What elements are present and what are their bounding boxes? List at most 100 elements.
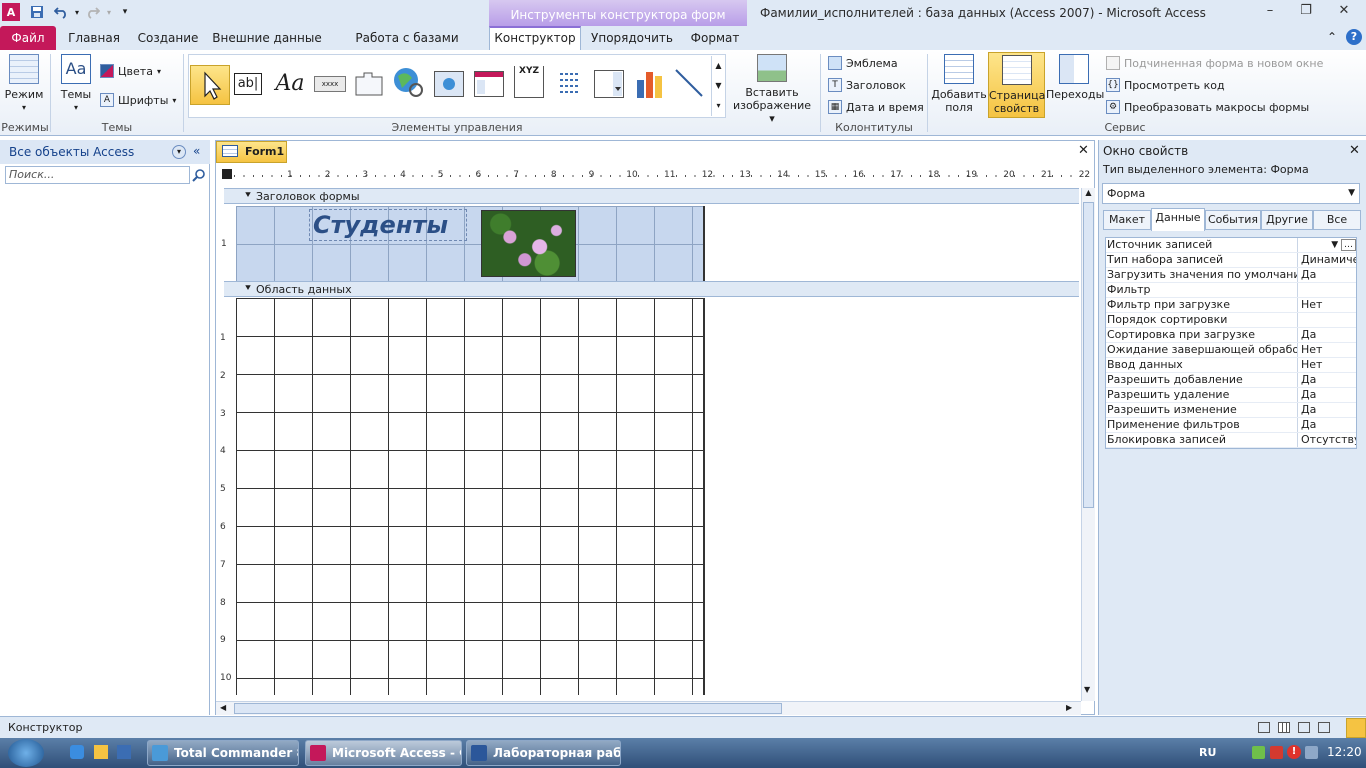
property-row[interactable]: Фильтр bbox=[1106, 283, 1356, 298]
taskbar-item-total-commander[interactable]: Total Commander 8.... bbox=[147, 740, 299, 766]
web-browser-control-icon[interactable] bbox=[434, 71, 464, 97]
view-mode-button[interactable]: Режим ▾ bbox=[3, 54, 45, 114]
clock[interactable]: 12:20 bbox=[1327, 745, 1362, 759]
tab-control-icon[interactable] bbox=[354, 71, 384, 97]
property-row[interactable]: Загрузить значения по умолчанию Да bbox=[1106, 268, 1356, 283]
property-row[interactable]: Разрешить добавление Да bbox=[1106, 373, 1356, 388]
property-row[interactable]: Порядок сортировки bbox=[1106, 313, 1356, 328]
language-indicator[interactable]: RU bbox=[1199, 746, 1216, 759]
property-row[interactable]: Ввод данных Нет bbox=[1106, 358, 1356, 373]
logo-button[interactable]: Эмблема bbox=[828, 54, 898, 72]
object-select[interactable]: Форма ▼ bbox=[1102, 183, 1360, 204]
close-document-icon[interactable]: ✕ bbox=[1078, 143, 1089, 158]
combo-box-icon[interactable] bbox=[594, 70, 624, 98]
property-row[interactable]: Разрешить удаление Да bbox=[1106, 388, 1356, 403]
option-group-icon[interactable]: XYZ bbox=[514, 66, 544, 98]
gallery-scroll[interactable]: ▲ ▼ ▾ bbox=[711, 56, 725, 116]
detail-section-grid[interactable] bbox=[236, 298, 705, 695]
button-control-icon[interactable]: xxxx bbox=[314, 76, 346, 92]
chart-control-icon[interactable] bbox=[634, 66, 666, 100]
fonts-button[interactable]: A Шрифты ▾ bbox=[100, 91, 176, 109]
minimize-button[interactable]: – bbox=[1256, 3, 1284, 21]
section-form-header[interactable]: Заголовок формы bbox=[224, 188, 1079, 204]
tab-arrange[interactable]: Упорядочить bbox=[588, 26, 676, 50]
tab-file[interactable]: Файл bbox=[0, 26, 56, 50]
tab-format[interactable]: Формат bbox=[684, 26, 746, 50]
chevron-down-icon[interactable]: ▼ … bbox=[1331, 238, 1356, 252]
customize-qat-icon[interactable]: ▾ bbox=[116, 3, 134, 21]
start-button[interactable] bbox=[8, 739, 44, 767]
select-tool[interactable] bbox=[190, 65, 230, 105]
vertical-scrollbar[interactable]: ▲ ▼ bbox=[1081, 188, 1095, 701]
view-code-button[interactable]: {} Просмотреть код bbox=[1106, 76, 1225, 94]
close-property-sheet-icon[interactable]: ✕ bbox=[1349, 143, 1360, 158]
maximize-button[interactable]: ❐ bbox=[1292, 3, 1320, 21]
help-icon[interactable]: ? bbox=[1346, 29, 1362, 45]
themes-button[interactable]: Aa Темы ▾ bbox=[56, 54, 96, 114]
add-fields-button[interactable]: Добавить поля bbox=[930, 54, 988, 114]
convert-macros-button[interactable]: ⚙ Преобразовать макросы формы bbox=[1106, 98, 1309, 116]
taskbar-item-word[interactable]: Лабораторная рабо... bbox=[466, 740, 621, 766]
tab-layout[interactable]: Макет bbox=[1103, 210, 1151, 230]
line-control-icon[interactable] bbox=[674, 68, 704, 98]
search-icon[interactable] bbox=[192, 168, 206, 182]
horizontal-scrollbar[interactable]: ◀ ▶ bbox=[216, 701, 1081, 715]
access-app-icon[interactable]: A bbox=[2, 3, 20, 21]
navpane-collapse-icon[interactable]: « bbox=[193, 144, 200, 158]
form-title-label[interactable]: Студенты bbox=[309, 209, 467, 241]
property-row[interactable]: Сортировка при загрузке Да bbox=[1106, 328, 1356, 343]
tab-database-tools[interactable]: Работа с базами данных bbox=[332, 26, 482, 69]
tab-events[interactable]: События bbox=[1205, 210, 1261, 230]
title-button[interactable]: T Заголовок bbox=[828, 76, 906, 94]
tab-design[interactable]: Конструктор bbox=[489, 26, 581, 50]
tab-order-button[interactable]: Переходы bbox=[1046, 54, 1104, 101]
textbox-control-icon[interactable]: ab| bbox=[234, 73, 262, 95]
property-row[interactable]: Источник записей ▼ … bbox=[1106, 238, 1356, 253]
taskbar-item-access[interactable]: Microsoft Access - Ф... bbox=[305, 740, 462, 766]
label-control-icon[interactable]: Aa bbox=[272, 68, 308, 100]
vertical-scroll-thumb[interactable] bbox=[1083, 202, 1094, 508]
page-break-icon[interactable] bbox=[556, 70, 584, 98]
tray-network-icon[interactable] bbox=[1252, 746, 1265, 759]
form-logo-image[interactable] bbox=[481, 210, 576, 277]
date-time-button[interactable]: ▦ Дата и время bbox=[828, 98, 924, 116]
tab-all[interactable]: Все bbox=[1313, 210, 1361, 230]
colors-button[interactable]: Цвета ▾ bbox=[100, 62, 161, 80]
quicklaunch-ie-icon[interactable] bbox=[70, 745, 84, 759]
datasheet-view-icon[interactable] bbox=[1278, 722, 1290, 733]
property-row[interactable]: Блокировка записейОтсутствует bbox=[1106, 433, 1356, 448]
property-row[interactable]: Тип набора записейДинамичес bbox=[1106, 253, 1356, 268]
tab-create[interactable]: Создание bbox=[134, 26, 202, 50]
design-view-icon[interactable] bbox=[1318, 722, 1330, 733]
save-icon[interactable] bbox=[28, 3, 46, 21]
tray-alert-icon[interactable]: ! bbox=[1287, 745, 1301, 759]
property-row[interactable]: Разрешить изменение Да bbox=[1106, 403, 1356, 418]
section-detail[interactable]: Область данных bbox=[224, 281, 1079, 297]
quicklaunch-folder-icon[interactable] bbox=[94, 745, 108, 759]
tab-other[interactable]: Другие bbox=[1261, 210, 1313, 230]
builder-button[interactable]: … bbox=[1341, 239, 1356, 251]
tray-monitor-icon[interactable] bbox=[1305, 746, 1318, 759]
navpane-menu-icon[interactable]: ▾ bbox=[172, 145, 186, 159]
horizontal-scroll-thumb[interactable] bbox=[234, 703, 782, 714]
tab-data[interactable]: Данные bbox=[1151, 208, 1205, 231]
navpane-search-input[interactable]: Поиск... bbox=[5, 166, 190, 184]
navigation-control-icon[interactable] bbox=[474, 71, 504, 97]
tab-external-data[interactable]: Внешние данные bbox=[212, 26, 322, 50]
tab-home[interactable]: Главная bbox=[64, 26, 124, 50]
quicklaunch-app-icon[interactable] bbox=[117, 745, 131, 759]
collapse-ribbon-icon[interactable]: ⌃ bbox=[1327, 30, 1337, 44]
form-view-icon[interactable] bbox=[1258, 722, 1270, 733]
form-header-grid[interactable] bbox=[236, 206, 705, 281]
form-selector[interactable] bbox=[222, 169, 232, 179]
design-view-active-icon[interactable] bbox=[1346, 718, 1366, 738]
layout-view-icon[interactable] bbox=[1298, 722, 1310, 733]
property-row[interactable]: Фильтр при загрузке Нет bbox=[1106, 298, 1356, 313]
hyperlink-control-icon[interactable] bbox=[392, 66, 424, 98]
property-row[interactable]: Применение фильтров Да bbox=[1106, 418, 1356, 433]
tray-shield-icon[interactable] bbox=[1270, 746, 1283, 759]
property-row[interactable]: Ожидание завершающей обработкиНет bbox=[1106, 343, 1356, 358]
property-sheet-button[interactable]: Страница свойств bbox=[988, 52, 1045, 118]
close-button[interactable]: ✕ bbox=[1330, 3, 1358, 21]
insert-image-button[interactable]: Вставить изображение ▾ bbox=[730, 54, 814, 125]
